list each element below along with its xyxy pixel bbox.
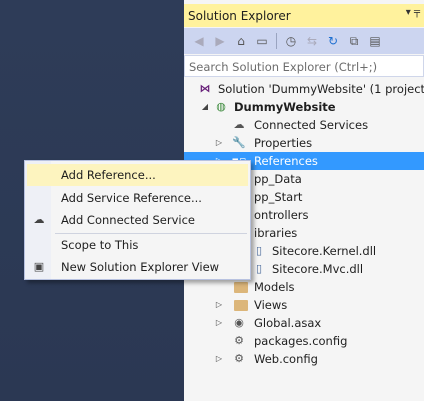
tree-item-label: Solution 'DummyWebsite' (1 project) — [218, 82, 424, 96]
tree-item-models[interactable]: Models — [184, 278, 424, 296]
menu-item-add-connected-service[interactable]: ☁ Add Connected Service — [27, 209, 248, 231]
forward-icon[interactable]: ▶ — [211, 32, 229, 50]
menu-item-label: Add Service Reference... — [61, 191, 202, 205]
tree-item-project[interactable]: ◢ ◍ DummyWebsite — [184, 98, 424, 116]
tree-item-label: Sitecore.Kernel.dll — [272, 244, 377, 258]
menu-item-add-reference[interactable]: Add Reference... — [27, 164, 248, 186]
tree-item-solution[interactable]: ⋈ Solution 'DummyWebsite' (1 project) — [184, 80, 424, 98]
tree-item-properties[interactable]: ▷ 🔧 Properties — [184, 134, 424, 152]
tree-item-label: ibraries — [254, 226, 298, 240]
tree-item-global-asax[interactable]: ▷ ◉ Global.asax — [184, 314, 424, 332]
tree-item-views[interactable]: ▷ Views — [184, 296, 424, 314]
folder-icon — [234, 298, 248, 312]
menu-item-scope-to-this[interactable]: Scope to This — [27, 234, 248, 256]
tree-item-label: Models — [254, 280, 295, 294]
tree-item-label: pp_Data — [254, 172, 302, 186]
tree-item-label: Sitecore.Mvc.dll — [272, 262, 364, 276]
dll-file-icon: ▯ — [255, 262, 263, 275]
web-project-icon: ◍ — [216, 100, 226, 113]
folder-icon — [234, 280, 248, 294]
back-icon[interactable]: ◀ — [190, 32, 208, 50]
dll-file-icon: ▯ — [255, 244, 263, 257]
sync-view-icon[interactable]: ▭ — [253, 32, 271, 50]
collapsed-arrow-icon[interactable]: ▷ — [214, 350, 224, 368]
config-file-icon: ⚙ — [234, 334, 244, 347]
menu-item-label: Scope to This — [61, 238, 139, 252]
tree-item-connected-services[interactable]: ☁ Connected Services — [184, 116, 424, 134]
tree-item-label: DummyWebsite — [234, 100, 336, 114]
context-menu: Add Reference... Add Service Reference..… — [24, 160, 251, 280]
new-window-icon: ▣ — [33, 260, 45, 273]
menu-item-label: Add Reference... — [61, 168, 156, 182]
collapse-all-icon[interactable]: ⧉ — [345, 32, 363, 50]
tree-item-label: Connected Services — [254, 118, 369, 132]
tree-item-label: Properties — [254, 136, 313, 150]
wrench-icon: 🔧 — [232, 136, 246, 149]
collapsed-arrow-icon[interactable]: ▷ — [214, 314, 224, 332]
panel-title: Solution Explorer — [188, 9, 291, 23]
collapsed-arrow-icon[interactable]: ▷ — [214, 296, 224, 314]
tree-item-web-config[interactable]: ▷ ⚙ Web.config — [184, 350, 424, 368]
expanded-arrow-icon[interactable]: ◢ — [200, 98, 210, 116]
tree-item-label: Web.config — [254, 352, 318, 366]
menu-item-new-solution-explorer-view[interactable]: ▣ New Solution Explorer View — [27, 256, 248, 278]
refresh-icon[interactable]: ↻ — [324, 32, 342, 50]
menu-item-label: Add Connected Service — [61, 213, 196, 227]
visual-studio-solution-icon: ⋈ — [199, 82, 211, 95]
tree-item-label: References — [254, 154, 318, 168]
tree-item-label: pp_Start — [254, 190, 303, 204]
tree-item-label: packages.config — [254, 334, 348, 348]
collapsed-arrow-icon[interactable]: ▷ — [214, 134, 224, 152]
toolbar-separator — [276, 33, 277, 49]
tree-item-label: ontrollers — [254, 208, 309, 222]
config-file-icon: ⚙ — [234, 352, 244, 365]
menu-item-add-service-reference[interactable]: Add Service Reference... — [27, 187, 248, 209]
pending-changes-icon[interactable]: ⇆ — [303, 32, 321, 50]
tree-item-label: Global.asax — [254, 316, 322, 330]
solution-explorer-title-bar[interactable]: Solution Explorer ▾ ╤ — [184, 4, 424, 27]
tree-item-packages-config[interactable]: ⚙ packages.config — [184, 332, 424, 350]
cloud-icon: ☁ — [233, 118, 245, 131]
show-all-files-icon[interactable]: ▤ — [366, 32, 384, 50]
home-icon[interactable]: ⌂ — [232, 32, 250, 50]
asax-file-icon: ◉ — [234, 316, 244, 329]
menu-item-label: New Solution Explorer View — [61, 260, 220, 274]
search-input[interactable]: Search Solution Explorer (Ctrl+;) — [184, 55, 424, 77]
pin-dropdown-icon[interactable]: ▾ ╤ — [406, 7, 420, 18]
solution-explorer-toolbar: ◀ ▶ ⌂ ▭ ◷ ⇆ ↻ ⧉ ▤ — [184, 28, 424, 54]
connected-service-icon: ☁ — [33, 213, 45, 226]
history-icon[interactable]: ◷ — [282, 32, 300, 50]
tree-item-label: Views — [254, 298, 288, 312]
